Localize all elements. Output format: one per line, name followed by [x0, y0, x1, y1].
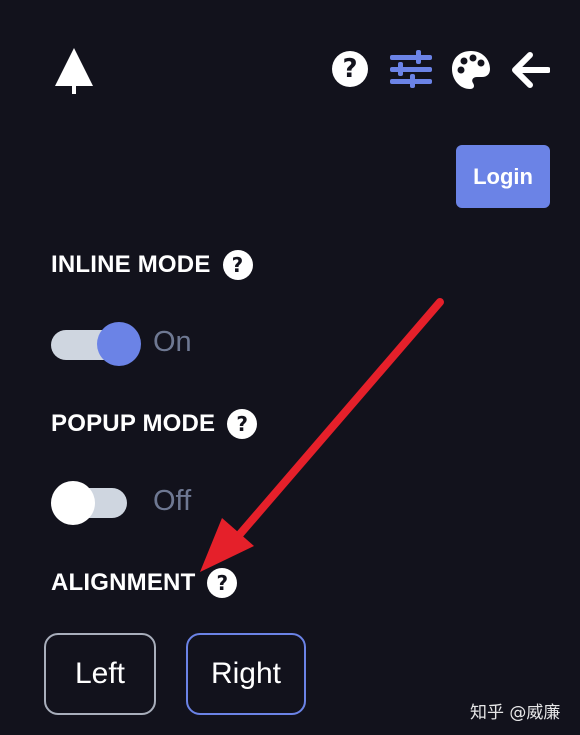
sliders-icon[interactable] — [390, 50, 432, 88]
help-icon[interactable]: ? — [331, 50, 369, 88]
alignment-title: ALIGNMENT — [51, 569, 196, 596]
login-button[interactable]: Login — [456, 145, 550, 208]
inline-mode-title: INLINE MODE — [51, 251, 211, 278]
watermark: 知乎 @威廉 — [470, 703, 561, 723]
inline-mode-toggle[interactable] — [51, 322, 146, 368]
inline-mode-state: On — [153, 326, 192, 358]
align-left-button[interactable]: Left — [44, 633, 156, 715]
align-right-button[interactable]: Right — [186, 633, 306, 715]
popup-toggle-knob — [51, 481, 95, 525]
inline-mode-help-icon[interactable]: ? — [222, 250, 253, 280]
inline-toggle-knob — [97, 322, 141, 366]
palette-icon[interactable] — [451, 50, 491, 90]
popup-mode-toggle[interactable] — [51, 481, 131, 525]
inline-mode-heading: INLINE MODE ? — [51, 250, 253, 280]
back-arrow-icon[interactable] — [512, 52, 550, 88]
popup-mode-state: Off — [153, 485, 192, 517]
tree-logo-icon — [55, 48, 93, 94]
annotation-arrow-icon — [200, 298, 444, 572]
